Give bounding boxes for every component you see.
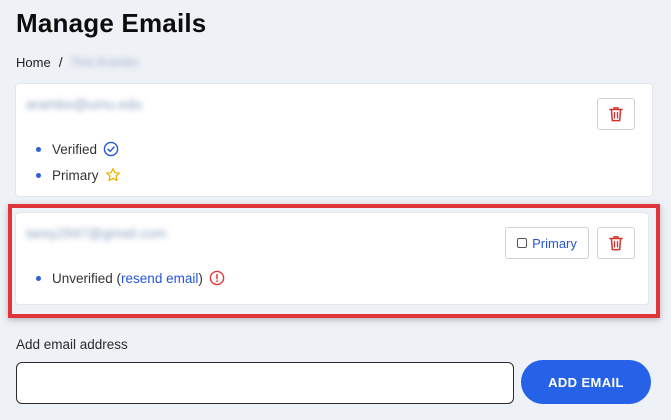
status-label: Unverified [52,270,113,286]
bullet [36,275,41,281]
primary-checkbox[interactable] [517,238,528,248]
email-input[interactable] [16,362,514,404]
alert-circle-icon [209,270,225,286]
check-circle-icon [103,141,119,157]
make-primary-button[interactable]: Primary [505,227,589,259]
bullet [36,172,41,178]
close-paren: ) [198,270,203,286]
status-label: Verified [52,141,98,157]
trash-icon [609,235,623,251]
manage-emails-page: Manage Emails Home / Tina Arambo arambo@… [0,0,671,420]
status-item-verified: Verified [36,136,121,162]
email-card: tarey2947@gmail.com Unverified ( resend … [16,213,648,304]
email-status-list: Unverified ( resend email ) [36,265,225,291]
resend-email-link[interactable]: resend email [121,271,198,286]
delete-email-button[interactable] [597,98,635,130]
breadcrumb-separator: / [58,54,63,70]
breadcrumb-current-user: Tina Arambo [70,55,139,69]
email-status-list: Verified Primary [36,136,121,188]
status-item-primary: Primary [36,162,121,188]
email-address: arambo@umu.edu [26,96,143,112]
trash-icon [609,106,623,122]
delete-email-button[interactable] [597,227,635,259]
add-email-button[interactable]: ADD EMAIL [521,360,651,404]
make-primary-label: Primary [532,235,577,251]
add-email-label: Add email address [16,337,128,352]
status-label: Primary [52,167,99,183]
breadcrumb-home-link[interactable]: Home [16,55,51,70]
email-address: tarey2947@gmail.com [26,225,167,241]
email-card: arambo@umu.edu Verified Primary [16,84,652,196]
status-item-unverified: Unverified ( resend email ) [36,265,225,291]
page-title: Manage Emails [16,8,207,38]
star-icon [105,167,121,183]
breadcrumb: Home / Tina Arambo [16,54,138,70]
bullet [36,146,41,152]
